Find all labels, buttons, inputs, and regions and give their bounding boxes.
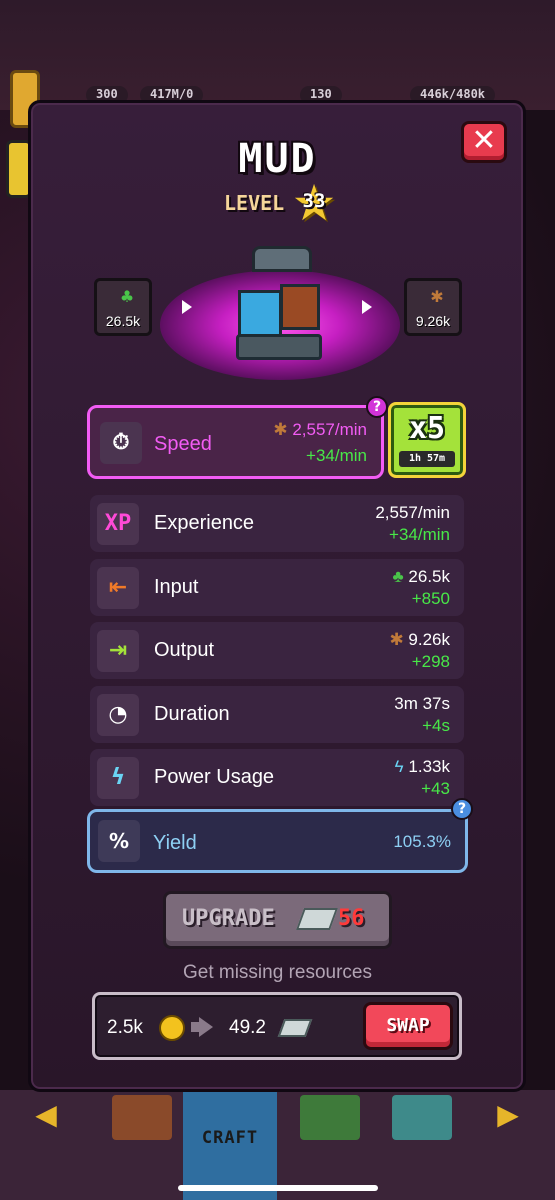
boost-label: x5 [408, 411, 446, 446]
level-label: LEVEL [224, 191, 285, 215]
home-indicator [178, 1185, 378, 1191]
ticket-icon [295, 908, 339, 930]
missing-resources-text: Get missing resources [182, 962, 372, 983]
swap-arrow-head [199, 1017, 213, 1037]
mud-splat-icon: ✱ [389, 630, 409, 649]
ticket-icon [277, 1019, 313, 1037]
nav-build-icon[interactable] [300, 1095, 360, 1140]
sprout-icon: ♣ [119, 287, 135, 306]
stat-row-duration[interactable]: ◔ Duration 3m 37s +4s [90, 686, 464, 743]
level-number: 33 [302, 190, 326, 212]
stat-value: ♣ 26.5k [392, 567, 450, 586]
input-resource-amount: 26.5k [105, 313, 141, 329]
machine-pipe [252, 246, 312, 272]
yield-help-icon[interactable]: ? [451, 798, 473, 820]
input-icon: ⇤ [97, 567, 139, 609]
boost-time: 1h 57m [399, 451, 455, 467]
machine-base [236, 334, 322, 360]
speed-label: Speed [154, 433, 212, 455]
yield-value: 105.3% [393, 832, 451, 851]
stat-delta: +4s [422, 716, 450, 735]
sprout-icon: ♣ [392, 567, 409, 586]
speed-help-icon[interactable]: ? [366, 396, 388, 418]
stat-delta: +850 [411, 589, 450, 608]
speed-row[interactable]: ⏱ Speed ✱ 2,557/min +34/min [87, 405, 384, 479]
stat-delta: +34/min [389, 525, 450, 544]
upgrade-label: UPGRADE [182, 906, 275, 931]
stat-row-output[interactable]: ⇥ Output ✱ 9.26k +298 [90, 622, 464, 679]
yield-label: Yield [153, 832, 197, 854]
stat-label: Output [154, 639, 215, 661]
yield-row[interactable]: % Yield 105.3% [87, 809, 468, 873]
output-resource-amount: 9.26k [415, 313, 451, 329]
input-arrow-icon [182, 300, 192, 314]
stat-value: ✱ 9.26k [389, 630, 450, 649]
stopwatch-icon: ⏱ [100, 422, 142, 464]
swap-panel: 2.5k 49.2 SWAP [92, 992, 462, 1060]
mud-splat-icon: ✱ [273, 420, 293, 439]
speed-delta: +34/min [306, 446, 367, 465]
machine-title: MUD [238, 136, 317, 182]
nav-shop-icon[interactable] [112, 1095, 172, 1140]
swap-from-amount: 2.5k [107, 1017, 143, 1038]
nav-right-arrow-icon[interactable]: ▶ [490, 1100, 526, 1130]
stat-label: Duration [154, 703, 230, 725]
stat-value: 3m 37s [394, 694, 450, 713]
lightning-icon: ϟ [97, 757, 139, 799]
clock-icon: ◔ [97, 694, 139, 736]
speed-value: ✱ 2,557/min [273, 420, 367, 439]
stat-value: ϟ 1.33k [394, 757, 450, 776]
bottom-nav-bar [0, 1090, 555, 1200]
swap-to-amount: 49.2 [229, 1017, 266, 1038]
coin-icon [159, 1015, 185, 1041]
output-resource-box[interactable]: ✱ 9.26k [404, 278, 462, 336]
stat-label: Input [154, 576, 199, 598]
nav-craft-label: CRAFT [201, 1128, 259, 1148]
output-icon: ⇥ [97, 630, 139, 672]
swap-button[interactable]: SWAP [363, 1002, 453, 1050]
percent-icon: % [98, 820, 140, 862]
stat-row-power[interactable]: ϟ Power Usage ϟ 1.33k +43 [90, 749, 464, 806]
stat-row-experience[interactable]: XP Experience 2,557/min +34/min [90, 495, 464, 552]
machine-mud-tank [280, 284, 320, 330]
mud-splat-icon: ✱ [430, 287, 444, 306]
input-resource-box[interactable]: ♣ 26.5k [94, 278, 152, 336]
stat-value: 2,557/min [375, 503, 450, 522]
upgrade-button[interactable]: UPGRADE 56 [163, 891, 392, 949]
xp-icon: XP [97, 503, 139, 545]
stat-label: Power Usage [154, 766, 275, 788]
lightning-icon: ϟ [394, 757, 409, 776]
stat-delta: +298 [411, 652, 450, 671]
nav-left-arrow-icon[interactable]: ◀ [28, 1100, 64, 1130]
stat-row-input[interactable]: ⇤ Input ♣ 26.5k +850 [90, 559, 464, 616]
speed-boost-button[interactable]: x5 1h 57m [388, 402, 466, 478]
stat-label: Experience [154, 512, 255, 534]
stat-delta: +43 [421, 779, 450, 798]
swap-label: SWAP [386, 1015, 430, 1036]
nav-map-icon[interactable] [392, 1095, 452, 1140]
upgrade-cost: 56 [338, 906, 365, 931]
output-arrow-icon [362, 300, 372, 314]
